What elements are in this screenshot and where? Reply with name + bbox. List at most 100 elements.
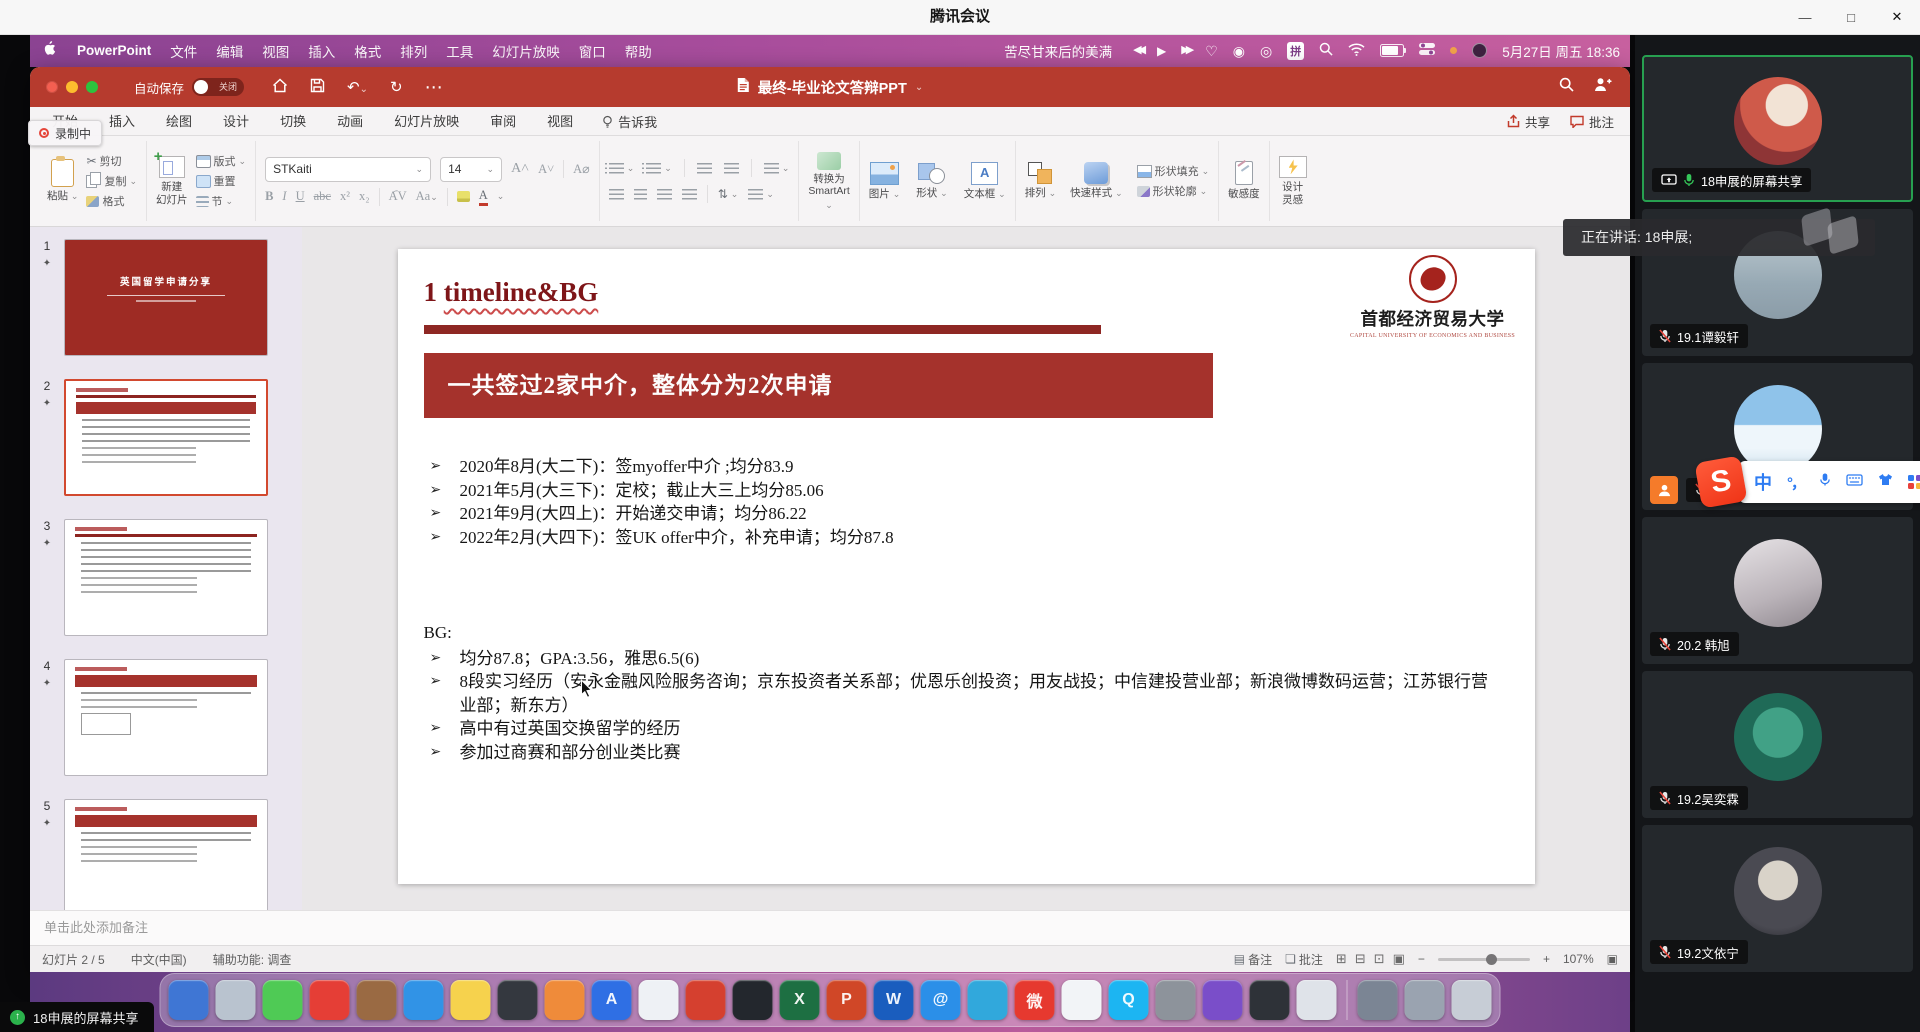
comments-toggle-button[interactable]: ❏ 批注	[1285, 951, 1323, 968]
section-button[interactable]: 节 ⌄	[196, 193, 247, 209]
slide-thumbnail-3[interactable]: 3 ✦	[30, 519, 302, 636]
align-text-button[interactable]: ⌄	[748, 189, 774, 200]
zoom-in-button[interactable]: +	[1543, 952, 1550, 966]
dock-icon[interactable]	[733, 980, 773, 1020]
paste-button[interactable]: 粘贴 ⌄	[47, 159, 78, 202]
slide-thumbnail-5[interactable]: 5 ✦	[30, 799, 302, 910]
dock-icon[interactable]: Q	[1109, 980, 1149, 1020]
input-method-icon[interactable]: 拼	[1287, 42, 1304, 60]
share-button[interactable]: 共享	[1507, 112, 1550, 131]
menu-item[interactable]: 帮助	[625, 41, 652, 61]
fit-slide-icon[interactable]: ▣	[1607, 952, 1618, 966]
align-center-button[interactable]	[634, 189, 647, 200]
apple-logo-icon[interactable]	[44, 41, 58, 60]
tab-animations[interactable]: 动画	[335, 111, 365, 135]
normal-view-icon[interactable]: ⊞	[1336, 951, 1347, 967]
spotlight-search-icon[interactable]	[1319, 42, 1333, 59]
wifi-icon[interactable]	[1348, 43, 1365, 59]
design-ideas-button[interactable]: 设计灵感	[1279, 156, 1307, 205]
menu-item[interactable]: 格式	[354, 41, 381, 61]
dock-icon[interactable]	[1203, 980, 1243, 1020]
minimize-button[interactable]: —	[1782, 0, 1828, 34]
maximize-button[interactable]: □	[1828, 0, 1874, 34]
quick-styles-button[interactable]: 快速样式 ⌄	[1070, 162, 1122, 199]
heart-icon[interactable]: ♡	[1205, 44, 1218, 58]
dock-icon[interactable]: X	[780, 980, 820, 1020]
mac-close-button[interactable]	[46, 81, 58, 93]
slideshow-view-icon[interactable]: ▣	[1393, 951, 1405, 967]
copy-button[interactable]: 复制 ⌄	[86, 173, 137, 189]
decrease-indent-button[interactable]	[697, 163, 712, 174]
increase-indent-button[interactable]	[724, 163, 739, 174]
notes-placeholder[interactable]: 单击此处添加备注	[30, 910, 1630, 945]
slide-canvas[interactable]: 1 timeline&BG 首都经济贸易大学 CAPITAL UNIVERSIT…	[398, 249, 1535, 884]
arrange-button[interactable]: 排列 ⌄	[1025, 162, 1056, 199]
menu-item[interactable]: 幻灯片放映	[492, 41, 560, 61]
screen-share-badge[interactable]: ↑ 18申展的屏幕共享	[0, 1002, 154, 1032]
ime-language-mode[interactable]: 中	[1754, 469, 1772, 495]
font-size-select[interactable]: 14⌄	[440, 157, 502, 182]
media-play-icon[interactable]: ▶	[1157, 45, 1166, 57]
dock-icon[interactable]: A	[592, 980, 632, 1020]
picture-button[interactable]: 图片 ⌄	[869, 162, 900, 200]
dock-icon[interactable]	[169, 980, 209, 1020]
font-name-select[interactable]: STKaiti⌄	[265, 157, 431, 182]
menu-item[interactable]: 工具	[446, 41, 473, 61]
slide-thumbnail-4[interactable]: 4 ✦	[30, 659, 302, 776]
document-title[interactable]: 最终-毕业论文答辩PPT	[758, 77, 907, 98]
comments-button[interactable]: 批注	[1570, 112, 1614, 131]
menu-item[interactable]: 视图	[262, 41, 289, 61]
strikethrough-button[interactable]: abc	[314, 189, 331, 204]
tell-me-button[interactable]: 告诉我	[602, 112, 657, 135]
control-center-icon[interactable]	[1419, 43, 1435, 58]
cut-button[interactable]: ✂剪切	[86, 153, 137, 169]
more-button[interactable]: ⋯	[425, 77, 443, 98]
dock-icon[interactable]	[1405, 980, 1445, 1020]
zoom-percentage[interactable]: 107%	[1563, 952, 1594, 966]
justify-button[interactable]	[682, 189, 697, 200]
shape-fill-button[interactable]: 形状填充 ⌄	[1137, 163, 1210, 179]
textbox-button[interactable]: A 文本框 ⌄	[964, 162, 1006, 200]
participant-tile-sharing[interactable]: 18申展的屏幕共享	[1642, 55, 1913, 202]
character-spacing-button[interactable]: A︠V	[389, 189, 407, 204]
superscript-button[interactable]: x²	[340, 189, 350, 204]
tab-draw[interactable]: 绘图	[164, 111, 194, 135]
sensitivity-button[interactable]: 敏感度	[1228, 161, 1260, 200]
play-circle-icon[interactable]: ◎	[1260, 44, 1272, 58]
menu-item[interactable]: 插入	[308, 41, 335, 61]
media-previous-icon[interactable]: ◀◀	[1133, 45, 1142, 56]
recording-indicator[interactable]: 录制中	[28, 120, 102, 146]
tab-slideshow[interactable]: 幻灯片放映	[392, 111, 461, 135]
menu-item[interactable]: 编辑	[216, 41, 243, 61]
music-app-icon[interactable]: ◉	[1233, 44, 1245, 58]
dock-icon[interactable]	[545, 980, 585, 1020]
close-button[interactable]: ✕	[1874, 0, 1920, 34]
menubar-clock[interactable]: 5月27日 周五 18:36	[1502, 41, 1620, 61]
slide-counter[interactable]: 幻灯片 2 / 5	[42, 951, 105, 968]
slide-thumbnail-1[interactable]: 1 ✦ 英国留学申请分享	[30, 239, 302, 356]
mac-zoom-button[interactable]	[86, 81, 98, 93]
text-direction-button[interactable]: ⇅⌄	[718, 187, 739, 201]
home-icon[interactable]	[272, 78, 288, 97]
media-next-icon[interactable]: ▶▶	[1181, 45, 1190, 56]
autosave-toggle[interactable]: 关闭	[192, 78, 244, 96]
ime-punctuation-icon[interactable]: °，	[1787, 472, 1804, 493]
align-right-button[interactable]	[657, 189, 672, 200]
dock-icon[interactable]: 微	[1015, 980, 1055, 1020]
convert-smartart-button[interactable]: 转换为SmartArt ⌄	[808, 152, 849, 210]
ime-skin-icon[interactable]	[1878, 473, 1893, 491]
battery-icon[interactable]	[1380, 44, 1404, 57]
layout-button[interactable]: 版式 ⌄	[196, 153, 247, 169]
dock-icon[interactable]	[263, 980, 303, 1020]
align-left-button[interactable]	[609, 189, 624, 200]
dock-icon[interactable]: @	[921, 980, 961, 1020]
menu-item[interactable]: 文件	[170, 41, 197, 61]
menubar-app-name[interactable]: PowerPoint	[77, 43, 151, 58]
reading-view-icon[interactable]: ⊡	[1374, 951, 1385, 967]
slide-thumbnail-2[interactable]: 2 ✦	[30, 379, 302, 496]
language-indicator[interactable]: 中文(中国)	[131, 951, 187, 968]
notes-toggle-button[interactable]: ▤ 备注	[1234, 951, 1272, 968]
shape-outline-button[interactable]: 形状轮廓 ⌄	[1137, 183, 1210, 199]
dock-icon[interactable]	[968, 980, 1008, 1020]
participant-tile[interactable]: 19.2吴奕霖	[1642, 671, 1913, 818]
